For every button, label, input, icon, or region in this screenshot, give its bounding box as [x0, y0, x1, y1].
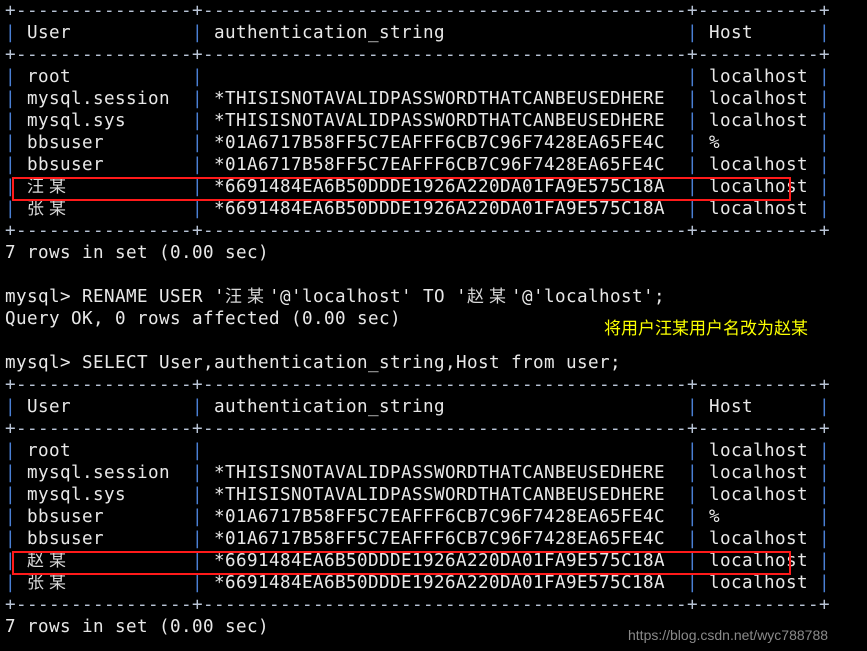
terminal-line: | 赵某 | *6691484EA6B50DDDE1926A220DA01FA9… — [5, 551, 830, 571]
terminal-line: | mysql.session | *THISISNOTAVALIDPASSWO… — [5, 89, 830, 109]
terminal-line: +----------------+----------------------… — [5, 419, 830, 439]
terminal-line: mysql> SELECT User,authentication_string… — [5, 353, 621, 373]
terminal-line: | User | authentication_string | Host | — [5, 23, 830, 43]
watermark-url: https://blog.csdn.net/wyc788788 — [628, 627, 829, 643]
terminal-line: | 张某 | *6691484EA6B50DDDE1926A220DA01FA9… — [5, 199, 830, 219]
terminal-line: +----------------+----------------------… — [5, 375, 830, 395]
terminal-line: | bbsuser | *01A6717B58FF5C7EAFFF6CB7C96… — [5, 507, 830, 527]
terminal-line: | mysql.session | *THISISNOTAVALIDPASSWO… — [5, 463, 830, 483]
terminal-line: 7 rows in set (0.00 sec) — [5, 617, 269, 637]
terminal-line: | root | | localhost | — [5, 441, 830, 461]
terminal-line: | bbsuser | *01A6717B58FF5C7EAFFF6CB7C96… — [5, 133, 830, 153]
terminal-line: | 张某 | *6691484EA6B50DDDE1926A220DA01FA9… — [5, 573, 830, 593]
terminal-window[interactable]: +----------------+----------------------… — [0, 0, 867, 651]
annotation-label: 将用户汪某用户名改为赵某 — [604, 319, 808, 339]
terminal-line: +----------------+----------------------… — [5, 221, 830, 241]
terminal-line: | 汪某 | *6691484EA6B50DDDE1926A220DA01FA9… — [5, 177, 830, 197]
terminal-line: | bbsuser | *01A6717B58FF5C7EAFFF6CB7C96… — [5, 155, 830, 175]
terminal-line: Query OK, 0 rows affected (0.00 sec) — [5, 309, 401, 329]
terminal-line: | mysql.sys | *THISISNOTAVALIDPASSWORDTH… — [5, 485, 830, 505]
terminal-line: | root | | localhost | — [5, 67, 830, 87]
terminal-line: mysql> RENAME USER '汪某 '@'localhost' TO '… — [5, 287, 665, 307]
terminal-line: | mysql.sys | *THISISNOTAVALIDPASSWORDTH… — [5, 111, 830, 131]
terminal-line: +----------------+----------------------… — [5, 1, 830, 21]
terminal-line: +----------------+----------------------… — [5, 595, 830, 615]
terminal-line: 7 rows in set (0.00 sec) — [5, 243, 269, 263]
terminal-line: | bbsuser | *01A6717B58FF5C7EAFFF6CB7C96… — [5, 529, 830, 549]
terminal-line: | User | authentication_string | Host | — [5, 397, 830, 417]
terminal-line: +----------------+----------------------… — [5, 45, 830, 65]
